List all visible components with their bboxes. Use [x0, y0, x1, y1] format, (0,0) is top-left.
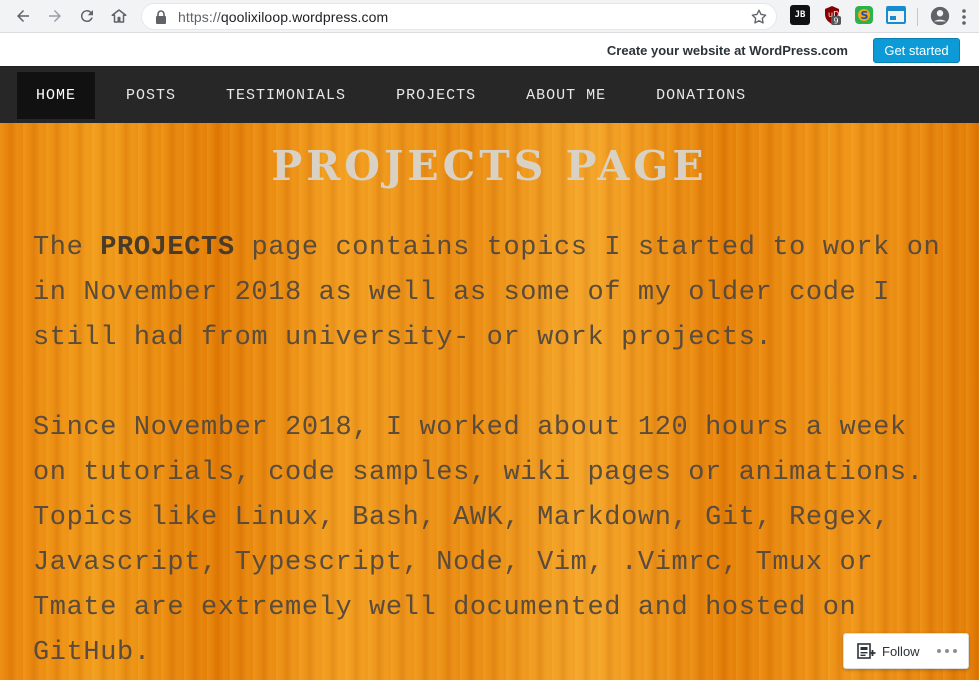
home-button[interactable]: [103, 0, 135, 32]
follow-label: Follow: [882, 643, 920, 659]
reload-icon: [80, 10, 93, 23]
url-host: qoolixiloop.wordpress.com: [220, 8, 389, 25]
window-extension-icon[interactable]: [886, 5, 906, 25]
bookmark-star-icon[interactable]: [750, 8, 768, 26]
nav-item-projects[interactable]: PROJECTS: [377, 72, 495, 119]
address-bar[interactable]: https://qoolixiloop.wordpress.com: [141, 3, 777, 30]
follow-widget[interactable]: Follow: [843, 633, 969, 669]
browser-menu-icon[interactable]: [958, 7, 970, 27]
extension-badge-count: 9: [834, 17, 839, 26]
url-text: https://qoolixiloop.wordpress.com: [178, 9, 388, 25]
topics-paragraph: Since November 2018, I worked about 120 …: [33, 413, 924, 668]
intro-paragraph: The PROJECTS page contains topics I star…: [33, 226, 953, 361]
reload-button[interactable]: [71, 0, 103, 32]
ublock-icon[interactable]: uD 9: [822, 5, 842, 25]
home-icon: [111, 9, 127, 23]
get-started-button[interactable]: Get started: [873, 38, 960, 63]
url-scheme: https://: [178, 8, 221, 25]
lock-icon: [156, 9, 166, 24]
nav-item-about-me[interactable]: ABOUT ME: [507, 72, 625, 119]
s-extension-icon[interactable]: S: [854, 5, 874, 25]
jetbrains-icon[interactable]: JB: [790, 5, 810, 25]
page-title: PROJECTS PAGE: [271, 142, 708, 190]
nav-item-testimonials[interactable]: TESTIMONIALS: [207, 72, 365, 119]
toolbar-separator: [917, 8, 918, 26]
browser-toolbar: https://qoolixiloop.wordpress.com JB uD …: [0, 0, 979, 33]
wordpress-banner-text[interactable]: Create your website at WordPress.com: [607, 43, 848, 58]
svg-text:S: S: [861, 9, 869, 22]
back-arrow-icon: [17, 10, 29, 22]
nav-item-donations[interactable]: DONATIONS: [637, 72, 765, 119]
wordpress-banner: Create your website at WordPress.com Get…: [0, 33, 979, 67]
site-navigation: HOME POSTS TESTIMONIALS PROJECTS ABOUT M…: [0, 67, 979, 123]
intro-bold-projects: PROJECTS: [100, 233, 235, 263]
intro-prefix: The: [33, 233, 101, 263]
page-content: PROJECTS PAGE The PROJECTS page contains…: [0, 123, 979, 680]
back-button[interactable]: [7, 0, 39, 32]
forward-arrow-icon: [49, 10, 61, 22]
reader-follow-icon: [857, 643, 876, 659]
nav-item-posts[interactable]: POSTS: [107, 72, 195, 119]
forward-button[interactable]: [39, 0, 71, 32]
profile-avatar-icon[interactable]: [929, 5, 951, 27]
nav-item-home[interactable]: HOME: [17, 71, 96, 119]
more-options-icon[interactable]: [936, 646, 958, 656]
